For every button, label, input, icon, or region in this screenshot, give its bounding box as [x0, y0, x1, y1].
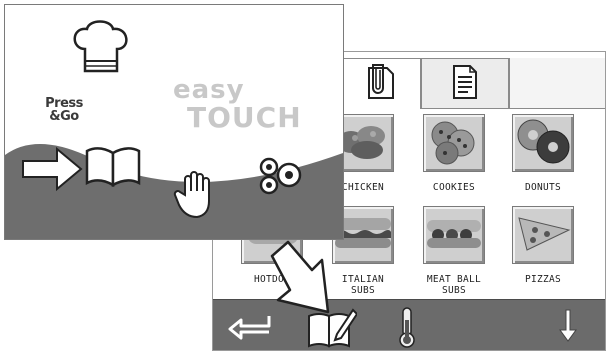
tab-recipes[interactable]: [339, 58, 421, 109]
recipe-tile-meatball-subs[interactable]: [423, 206, 485, 264]
gear-pair-icon[interactable]: [255, 153, 303, 203]
transition-arrow-icon: [268, 236, 338, 320]
recipe-tile-donuts[interactable]: [512, 114, 574, 172]
recipe-label: PIZZAS: [524, 274, 562, 285]
press-go-line2: &Go: [49, 109, 79, 124]
hand-icon[interactable]: [173, 165, 221, 225]
open-book-icon[interactable]: [83, 145, 143, 193]
chef-hat-icon[interactable]: [67, 19, 135, 83]
down-arrow-icon: [559, 308, 577, 346]
pizza-photo: [513, 208, 573, 262]
temperature-button[interactable]: [397, 306, 417, 350]
recipe-tile-cookies[interactable]: [423, 114, 485, 172]
document-list-icon: [450, 63, 480, 105]
tab-documents[interactable]: [421, 58, 509, 108]
thermometer-icon: [397, 306, 417, 350]
press-go-label[interactable]: Press &Go: [33, 97, 95, 123]
donuts-photo: [513, 115, 573, 171]
back-arrow-icon: [227, 312, 273, 344]
tab-empty: [509, 58, 605, 108]
meatball-subs-photo: [424, 208, 484, 262]
back-button[interactable]: [227, 312, 273, 344]
recipe-label: MEAT BALL SUBS: [426, 274, 482, 296]
recipe-label: ITALIAN SUBS: [341, 274, 385, 296]
document-clip-icon: [363, 62, 397, 106]
recipe-tile-pizzas[interactable]: [512, 206, 574, 264]
recipe-label: DONUTS: [524, 182, 562, 193]
easy-touch-screen: easy TOUCH Press &Go: [4, 4, 344, 240]
brand-touch: TOUCH: [187, 101, 302, 134]
right-arrow-icon: [21, 145, 83, 197]
cookies-photo: [425, 115, 483, 171]
recipe-label: COOKIES: [432, 182, 476, 193]
scroll-down-button[interactable]: [559, 308, 577, 346]
